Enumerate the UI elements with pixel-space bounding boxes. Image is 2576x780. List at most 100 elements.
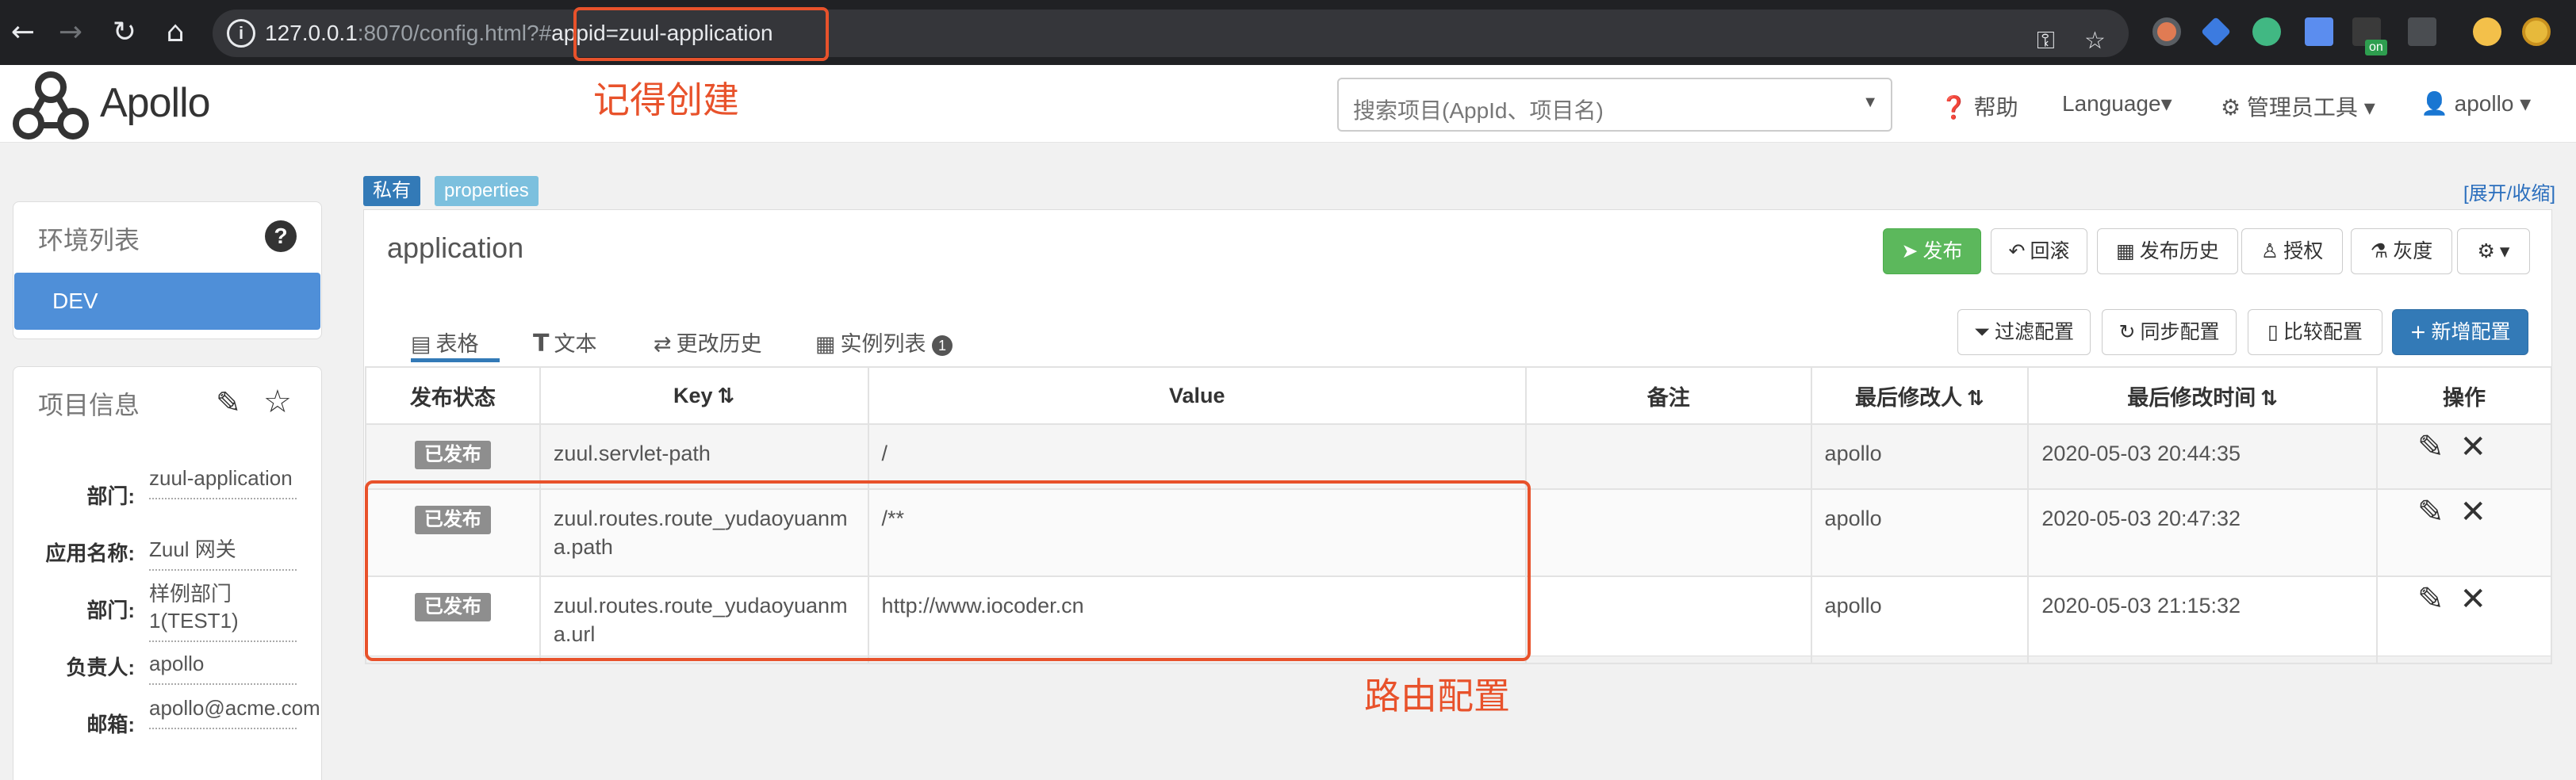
authorize-label: 授权 bbox=[2283, 240, 2324, 262]
key-icon[interactable]: ⚿ bbox=[2037, 27, 2055, 55]
edit-icon[interactable]: ✎ bbox=[216, 385, 241, 420]
filter-icon: ⏷ bbox=[1973, 320, 1990, 343]
edit-icon[interactable]: ✎ bbox=[2417, 494, 2444, 530]
vue-devtools-icon[interactable] bbox=[2252, 17, 2281, 46]
caret-down-icon: ▾ bbox=[2520, 91, 2532, 116]
info-label: 部门: bbox=[86, 484, 135, 508]
back-icon[interactable]: ← bbox=[3, 13, 43, 52]
cell-modified-time: 2020-05-03 21:15:32 bbox=[2027, 575, 2378, 664]
question-circle-icon[interactable]: ? bbox=[265, 220, 297, 252]
tab-text[interactable]: T 文本 bbox=[533, 327, 596, 358]
cell-comment bbox=[1524, 423, 1812, 490]
gray-release-label: 灰度 bbox=[2393, 240, 2433, 262]
info-label: 应用名称: bbox=[45, 541, 135, 565]
filter-config-label: 过滤配置 bbox=[1995, 321, 2075, 343]
apollo-logo-icon[interactable] bbox=[11, 70, 90, 141]
publish-history-button[interactable]: ▦ 发布历史 bbox=[2097, 228, 2238, 274]
admin-tools-dropdown[interactable]: ⚙ 管理员工具 ▾ bbox=[2221, 90, 2375, 122]
user-icon: ♙ bbox=[2260, 239, 2279, 262]
publish-button[interactable]: ➤ 发布 bbox=[1883, 228, 1981, 274]
address-bar[interactable]: i 127.0.0.1:8070/config.html?#appid=zuul… bbox=[213, 10, 2129, 57]
language-label: Language bbox=[2062, 91, 2161, 116]
caret-down-icon: ▾ bbox=[2363, 95, 2375, 120]
instance-count-badge: 1 bbox=[932, 335, 953, 356]
column-header: Value bbox=[867, 366, 1527, 425]
rollback-button[interactable]: ↶ 回滚 bbox=[1991, 228, 2087, 274]
edit-icon[interactable]: ✎ bbox=[2417, 429, 2444, 465]
question-circle-icon: ❓ bbox=[1940, 94, 1968, 120]
on-badge: on bbox=[2365, 40, 2387, 55]
sort-icon[interactable]: ⇅ bbox=[2260, 387, 2278, 411]
site-info-icon[interactable]: i bbox=[227, 19, 255, 48]
send-icon: ➤ bbox=[1901, 239, 1919, 262]
extension-icon-7[interactable] bbox=[2522, 17, 2551, 46]
extension-icon-4[interactable] bbox=[2305, 17, 2333, 46]
delete-icon[interactable]: ✕ bbox=[2460, 494, 2487, 530]
edit-icon[interactable]: ✎ bbox=[2417, 581, 2444, 618]
admin-tools-label: 管理员工具 bbox=[2246, 95, 2358, 120]
route-rows-highlight-box bbox=[365, 480, 1531, 661]
cell-modifier: apollo bbox=[1810, 575, 2030, 664]
sort-icon[interactable]: ⇅ bbox=[1967, 387, 1984, 411]
publish-label: 发布 bbox=[1922, 240, 1963, 262]
column-header: 操作 bbox=[2376, 366, 2552, 425]
gray-release-button[interactable]: ⚗ 灰度 bbox=[2351, 228, 2452, 274]
extension-icon-2[interactable] bbox=[2200, 16, 2232, 48]
delete-icon[interactable]: ✕ bbox=[2460, 581, 2487, 618]
bookmark-star-icon[interactable]: ☆ bbox=[2084, 27, 2106, 55]
caret-down-icon: ▾ bbox=[2499, 240, 2510, 262]
column-header-label: 最后修改时间 bbox=[2127, 385, 2256, 410]
format-tag: properties bbox=[435, 176, 539, 206]
add-config-button[interactable]: + 新增配置 bbox=[2392, 309, 2528, 355]
extension-icon-1[interactable] bbox=[2152, 17, 2181, 46]
tab-instances[interactable]: ▦ 实例列表 1 bbox=[815, 327, 953, 358]
app-header bbox=[0, 65, 2576, 143]
brand-name[interactable]: Apollo bbox=[100, 79, 211, 127]
info-label: 负责人: bbox=[66, 656, 135, 679]
authorize-button[interactable]: ♙ 授权 bbox=[2241, 228, 2343, 274]
sync-config-label: 同步配置 bbox=[2140, 321, 2220, 343]
compare-config-button[interactable]: ▯ 比较配置 bbox=[2248, 309, 2382, 355]
transfer-icon: ⇄ bbox=[654, 332, 672, 357]
browser-toolbar: ← → ↻ ⌂ i 127.0.0.1:8070/config.html?#ap… bbox=[0, 0, 2576, 65]
add-config-label: 新增配置 bbox=[2431, 321, 2511, 343]
column-header-key[interactable]: Key ⇅ bbox=[539, 366, 869, 425]
gear-icon: ⚙ bbox=[2221, 94, 2241, 120]
language-dropdown[interactable]: Language▾ bbox=[2062, 90, 2172, 117]
project-search-input[interactable]: 搜索项目(AppId、项目名) ▼ bbox=[1337, 78, 1892, 132]
column-header-modifier[interactable]: 最后修改人 ⇅ bbox=[1810, 366, 2030, 425]
table-header-row: 发布状态 Key ⇅ Value 备注 最后修改人 ⇅ 最后修改时间 ⇅ 操作 bbox=[365, 366, 2552, 425]
info-label: 邮箱: bbox=[86, 713, 135, 736]
forward-icon[interactable]: → bbox=[51, 13, 90, 52]
tab-text-label: 文本 bbox=[554, 332, 597, 356]
sync-config-button[interactable]: ↻ 同步配置 bbox=[2102, 309, 2237, 355]
url-highlight-box bbox=[573, 7, 829, 61]
annotation-remember-create: 记得创建 bbox=[593, 78, 739, 121]
home-icon[interactable]: ⌂ bbox=[155, 13, 195, 52]
cell-modifier: apollo bbox=[1810, 488, 2030, 577]
tab-change-history[interactable]: ⇄ 更改历史 bbox=[654, 327, 762, 358]
column-header-modified-time[interactable]: 最后修改时间 ⇅ bbox=[2027, 366, 2378, 425]
env-item-dev[interactable]: DEV bbox=[14, 273, 320, 330]
profile-avatar-icon[interactable] bbox=[2473, 17, 2501, 46]
expand-collapse-toggle[interactable]: [展开/收缩] bbox=[2463, 178, 2555, 205]
star-icon[interactable]: ☆ bbox=[263, 384, 292, 420]
text-icon: T bbox=[533, 330, 550, 358]
user-dropdown[interactable]: 👤 apollo ▾ bbox=[2421, 90, 2531, 117]
info-value: zuul-application bbox=[149, 465, 297, 499]
env-list-title: 环境列表 bbox=[38, 226, 140, 254]
namespace-name: application bbox=[387, 231, 524, 264]
help-link[interactable]: ❓ 帮助 bbox=[1940, 90, 2018, 122]
extension-icon-6[interactable] bbox=[2408, 17, 2436, 46]
tab-table[interactable]: ▤ 表格 bbox=[411, 327, 479, 358]
tab-table-label: 表格 bbox=[435, 332, 479, 356]
delete-icon[interactable]: ✕ bbox=[2460, 429, 2487, 465]
table-row: 已发布 zuul.servlet-path / apollo 2020-05-0… bbox=[365, 423, 2552, 490]
sort-icon[interactable]: ⇅ bbox=[718, 384, 735, 408]
tab-instances-label: 实例列表 bbox=[840, 332, 926, 356]
info-value: 样例部门1(TEST1) bbox=[149, 580, 297, 642]
settings-dropdown-button[interactable]: ⚙ ▾ bbox=[2457, 228, 2530, 274]
filter-config-button[interactable]: ⏷ 过滤配置 bbox=[1957, 309, 2091, 355]
reload-icon[interactable]: ↻ bbox=[105, 13, 144, 52]
column-header-label: 最后修改人 bbox=[1855, 385, 1963, 410]
